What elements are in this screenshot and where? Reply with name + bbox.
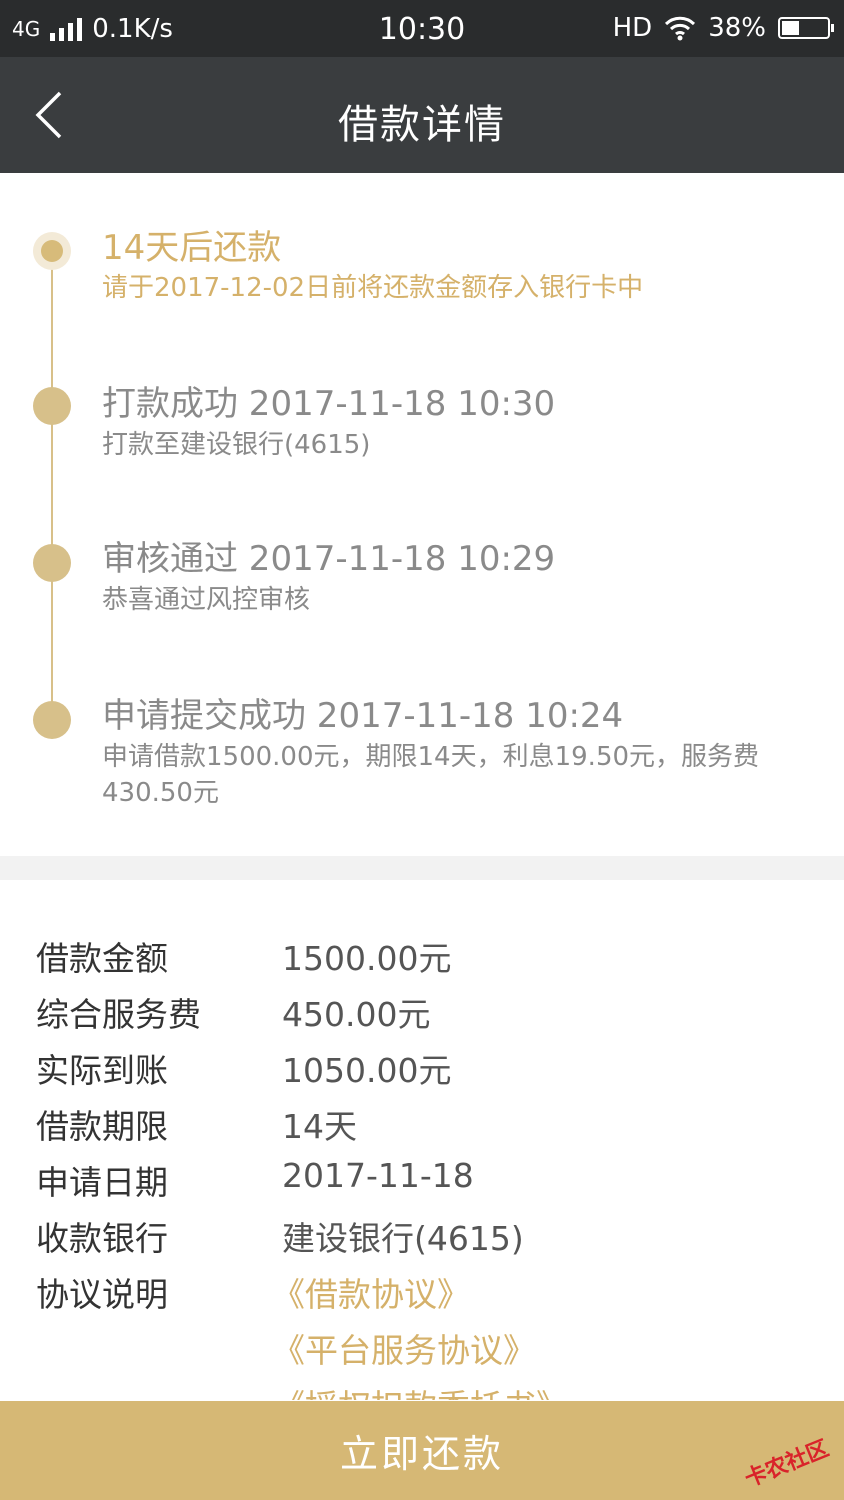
timeline-title: 审核通过 2017-11-18 10:29 [102, 539, 556, 579]
timeline-desc: 请于2017-12-02日前将还款金额存入银行卡中 [102, 273, 644, 303]
timeline-dot [33, 387, 71, 425]
timeline-line [51, 253, 53, 723]
detail-row-bank: 收款银行 建设银行(4615) [0, 1212, 844, 1268]
timeline-dot [33, 701, 71, 739]
timeline-title: 14天后还款 [102, 228, 282, 268]
nav-bar: 借款详情 [0, 57, 844, 173]
detail-row-amount: 借款金额 1500.00元 [0, 932, 844, 988]
timeline-desc: 打款至建设银行(4615) [102, 430, 371, 460]
detail-value: 1500.00元 [282, 939, 452, 978]
battery-icon [778, 17, 834, 39]
timeline-title: 打款成功 2017-11-18 10:30 [102, 384, 556, 424]
timeline-dot-active [33, 232, 71, 270]
agreement-link-platform[interactable]: 《平台服务协议》 [272, 1324, 536, 1372]
timeline-dot [33, 544, 71, 582]
status-bar: 4G 0.1K/s 10:30 HD 38% [0, 0, 844, 57]
status-right: HD 38% [612, 13, 834, 43]
timeline-desc: 恭喜通过风控审核 [102, 585, 311, 615]
loan-details: 借款金额 1500.00元 综合服务费 450.00元 实际到账 1050.00… [0, 880, 844, 1400]
detail-label: 申请日期 [36, 1163, 168, 1202]
page-title: 借款详情 [338, 102, 506, 148]
detail-value: 2017-11-18 [282, 1156, 474, 1195]
timeline-title: 申请提交成功 2017-11-18 10:24 [102, 696, 624, 736]
timeline-desc: 申请借款1500.00元，期限14天，利息19.50元，服务费430.50元 [102, 742, 760, 808]
detail-row-received: 实际到账 1050.00元 [0, 1044, 844, 1100]
detail-row-service-fee: 综合服务费 450.00元 [0, 988, 844, 1044]
detail-value: 450.00元 [282, 995, 431, 1034]
agreements-label: 协议说明 [36, 1275, 168, 1314]
detail-value: 建设银行(4615) [282, 1219, 524, 1258]
wifi-icon [665, 16, 696, 41]
detail-label: 收款银行 [36, 1219, 168, 1258]
detail-label: 借款期限 [36, 1107, 168, 1146]
detail-label: 借款金额 [36, 939, 168, 978]
repay-now-button[interactable]: 立即还款 [0, 1401, 844, 1500]
detail-row-date: 申请日期 2017-11-18 [0, 1156, 844, 1212]
detail-label: 综合服务费 [36, 995, 201, 1034]
detail-value: 1050.00元 [282, 1051, 452, 1090]
agreement-link-authorization[interactable]: 《授权扣款委托书》 [272, 1380, 569, 1400]
detail-label: 实际到账 [36, 1051, 168, 1090]
hd-indicator: HD [612, 13, 653, 43]
agreement-link-loan[interactable]: 《借款协议》 [272, 1268, 470, 1316]
detail-row-term: 借款期限 14天 [0, 1100, 844, 1156]
battery-fill [782, 21, 799, 35]
loan-timeline: 14天后还款 请于2017-12-02日前将还款金额存入银行卡中 打款成功 20… [0, 173, 844, 856]
detail-value: 14天 [282, 1107, 357, 1146]
battery-percent: 38% [708, 13, 766, 43]
section-divider [0, 856, 844, 880]
